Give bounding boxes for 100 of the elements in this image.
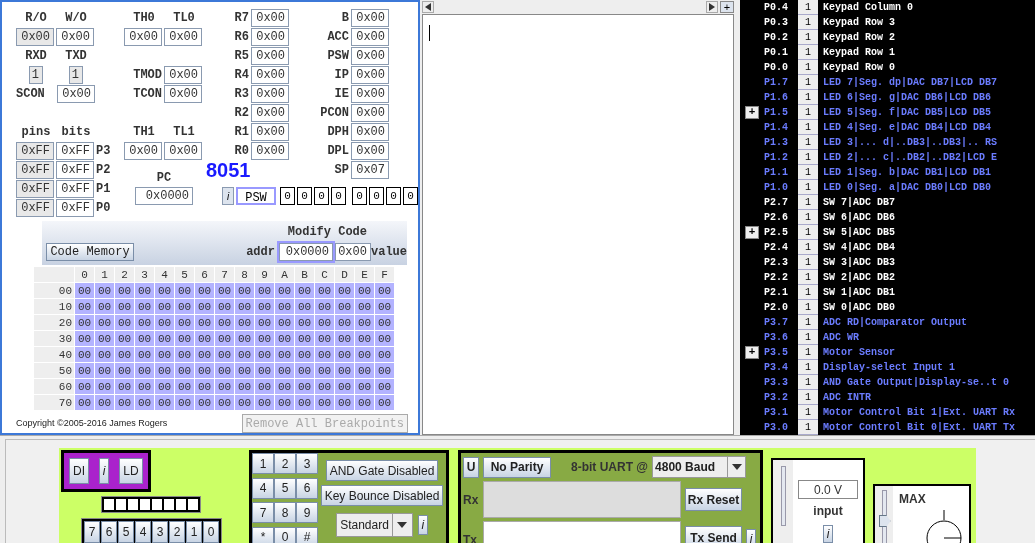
switch-button[interactable]: 2	[169, 521, 185, 543]
pin-value[interactable]: 1	[798, 90, 818, 105]
memory-cell[interactable]: 00	[275, 347, 294, 362]
switch-button[interactable]: 3	[152, 521, 168, 543]
memory-cell[interactable]: 00	[275, 331, 294, 346]
memory-cell[interactable]: 00	[355, 395, 374, 410]
display-button[interactable]: DI	[69, 458, 89, 484]
parity-button[interactable]: No Parity	[483, 456, 551, 478]
pin-value[interactable]: 1	[798, 15, 818, 30]
keypad-key[interactable]: 0	[274, 526, 296, 543]
switch-button[interactable]: 1	[186, 521, 202, 543]
memory-cell[interactable]: 00	[255, 315, 274, 330]
switch-button[interactable]: 6	[101, 521, 117, 543]
memory-cell[interactable]: 00	[255, 363, 274, 378]
memory-cell[interactable]: 00	[215, 315, 234, 330]
memory-cell[interactable]: 00	[355, 379, 374, 394]
memory-cell[interactable]: 00	[155, 283, 174, 298]
value-field[interactable]: 0x00	[164, 84, 202, 103]
memory-cell[interactable]: 00	[295, 363, 314, 378]
value-field[interactable]: 0x00	[351, 122, 389, 141]
pin-value[interactable]: 1	[798, 420, 818, 435]
memory-cell[interactable]: 00	[355, 331, 374, 346]
keypad-key[interactable]: 5	[274, 477, 296, 499]
value-field[interactable]: 0x00	[351, 84, 389, 103]
pin-value[interactable]: 1	[798, 45, 818, 60]
switch-button[interactable]: 0	[203, 521, 219, 543]
memory-cell[interactable]: 00	[255, 283, 274, 298]
memory-cell[interactable]: 00	[375, 315, 394, 330]
value-field[interactable]: 0x00	[251, 65, 289, 84]
keypad-key[interactable]: *	[252, 526, 274, 543]
memory-cell[interactable]: 00	[295, 347, 314, 362]
expand-button[interactable]: +	[745, 106, 759, 119]
memory-cell[interactable]: 00	[195, 395, 214, 410]
memory-cell[interactable]: 00	[315, 331, 334, 346]
memory-cell[interactable]: 00	[235, 283, 254, 298]
memory-cell[interactable]: 00	[135, 299, 154, 314]
memory-cell[interactable]: 00	[355, 347, 374, 362]
pin-value[interactable]: 1	[798, 210, 818, 225]
memory-cell[interactable]: 00	[115, 299, 134, 314]
value-field[interactable]: 0x00	[124, 141, 162, 160]
memory-cell[interactable]: 00	[195, 283, 214, 298]
pin-value[interactable]: 1	[798, 195, 818, 210]
pin-value[interactable]: 1	[798, 255, 818, 270]
memory-cell[interactable]: 00	[375, 379, 394, 394]
uart-mode-button[interactable]: U	[463, 456, 479, 478]
memory-cell[interactable]: 00	[95, 331, 114, 346]
pin-value[interactable]: 1	[798, 390, 818, 405]
value-field[interactable]: 0x00	[351, 65, 389, 84]
memory-cell[interactable]: 00	[215, 363, 234, 378]
memory-cell[interactable]: 00	[195, 379, 214, 394]
code-memory-button[interactable]: Code Memory	[46, 243, 134, 261]
memory-cell[interactable]: 00	[335, 363, 354, 378]
memory-cell[interactable]: 00	[295, 299, 314, 314]
memory-cell[interactable]: 00	[95, 379, 114, 394]
memory-cell[interactable]: 00	[235, 363, 254, 378]
memory-cell[interactable]: 00	[255, 347, 274, 362]
display-button[interactable]: LD	[119, 458, 143, 484]
value-field[interactable]: 0x00	[351, 103, 389, 122]
memory-cell[interactable]: 00	[335, 299, 354, 314]
switch-button[interactable]: 7	[84, 521, 100, 543]
memory-cell[interactable]: 00	[295, 283, 314, 298]
memory-cell[interactable]: 00	[215, 347, 234, 362]
memory-cell[interactable]: 00	[135, 331, 154, 346]
memory-cell[interactable]: 00	[75, 379, 94, 394]
memory-cell[interactable]: 00	[175, 315, 194, 330]
pin-value[interactable]: 1	[798, 240, 818, 255]
memory-cell[interactable]: 00	[375, 347, 394, 362]
memory-cell[interactable]: 00	[335, 395, 354, 410]
info-button[interactable]: i	[417, 515, 428, 535]
pin-value[interactable]: 1	[798, 60, 818, 75]
expand-button[interactable]: +	[745, 346, 759, 359]
memory-cell[interactable]: 00	[195, 315, 214, 330]
value-field[interactable]: 0x00	[251, 141, 289, 160]
memory-cell[interactable]: 00	[315, 283, 334, 298]
value-field[interactable]: 0x00	[251, 27, 289, 46]
memory-cell[interactable]: 00	[335, 347, 354, 362]
memory-cell[interactable]: 00	[155, 379, 174, 394]
expand-button[interactable]: +	[745, 226, 759, 239]
slider-thumb[interactable]	[878, 515, 891, 527]
keypad-key[interactable]: 1	[252, 453, 274, 474]
rx-field[interactable]	[483, 481, 681, 518]
expand-button[interactable]: +	[720, 1, 734, 13]
pin-value[interactable]: 1	[798, 330, 818, 345]
value-field[interactable]: 0x00	[56, 27, 94, 46]
memory-cell[interactable]: 00	[235, 315, 254, 330]
keypad-key[interactable]: 6	[296, 477, 318, 499]
value-field[interactable]: 0x00	[251, 122, 289, 141]
memory-cell[interactable]: 00	[115, 379, 134, 394]
scroll-left-icon[interactable]	[422, 1, 434, 13]
memory-cell[interactable]: 00	[95, 395, 114, 410]
pin-value[interactable]: 1	[798, 75, 818, 90]
memory-cell[interactable]: 00	[195, 363, 214, 378]
memory-cell[interactable]: 00	[175, 283, 194, 298]
value-field[interactable]: 0x00	[251, 46, 289, 65]
memory-cell[interactable]: 00	[75, 299, 94, 314]
memory-cell[interactable]: 00	[355, 299, 374, 314]
memory-cell[interactable]: 00	[135, 347, 154, 362]
value-field[interactable]: 0x00	[251, 8, 289, 27]
value-field[interactable]: 0xFF	[56, 198, 94, 217]
keypad-key[interactable]: 9	[296, 502, 318, 523]
